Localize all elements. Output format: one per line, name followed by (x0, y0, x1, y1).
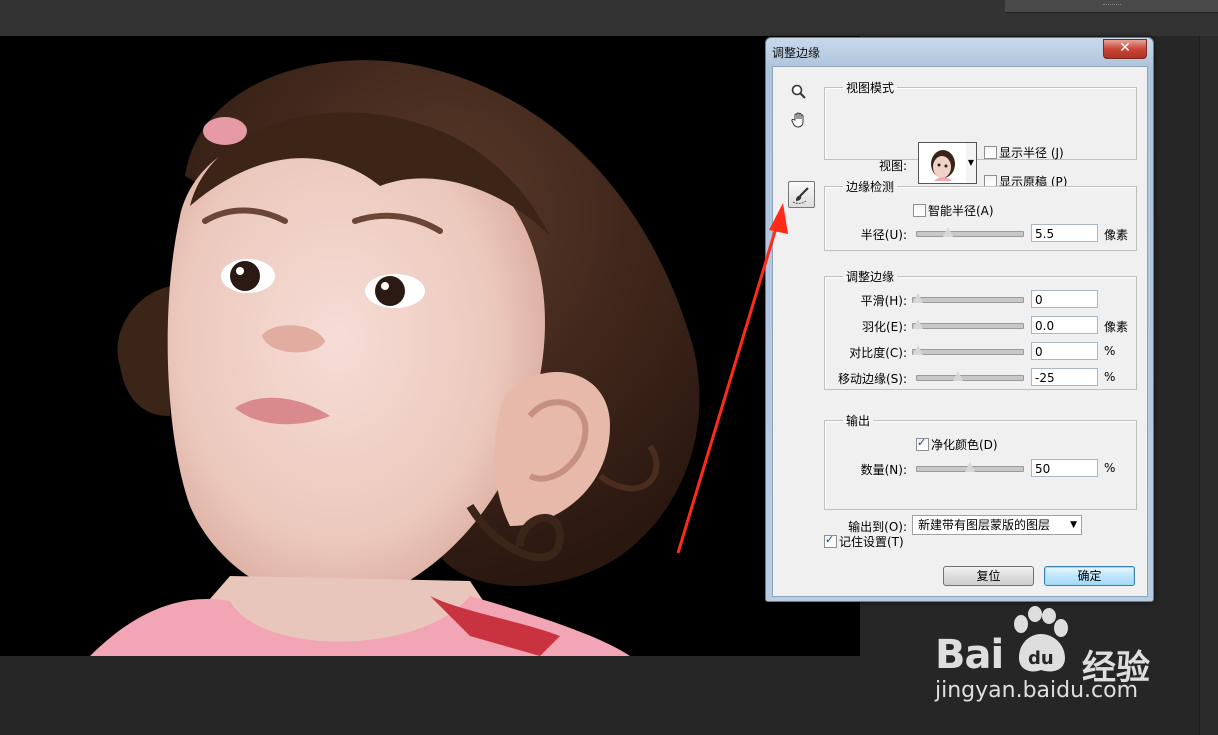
watermark-url: jingyan.baidu.com (935, 678, 1139, 703)
baidu-watermark: Bai du 经验 jingyan.baidu.com (930, 600, 1180, 710)
paw-icon: du (1014, 606, 1068, 672)
watermark-logo: Bai (935, 632, 1004, 678)
watermark-du: du (1028, 648, 1054, 669)
